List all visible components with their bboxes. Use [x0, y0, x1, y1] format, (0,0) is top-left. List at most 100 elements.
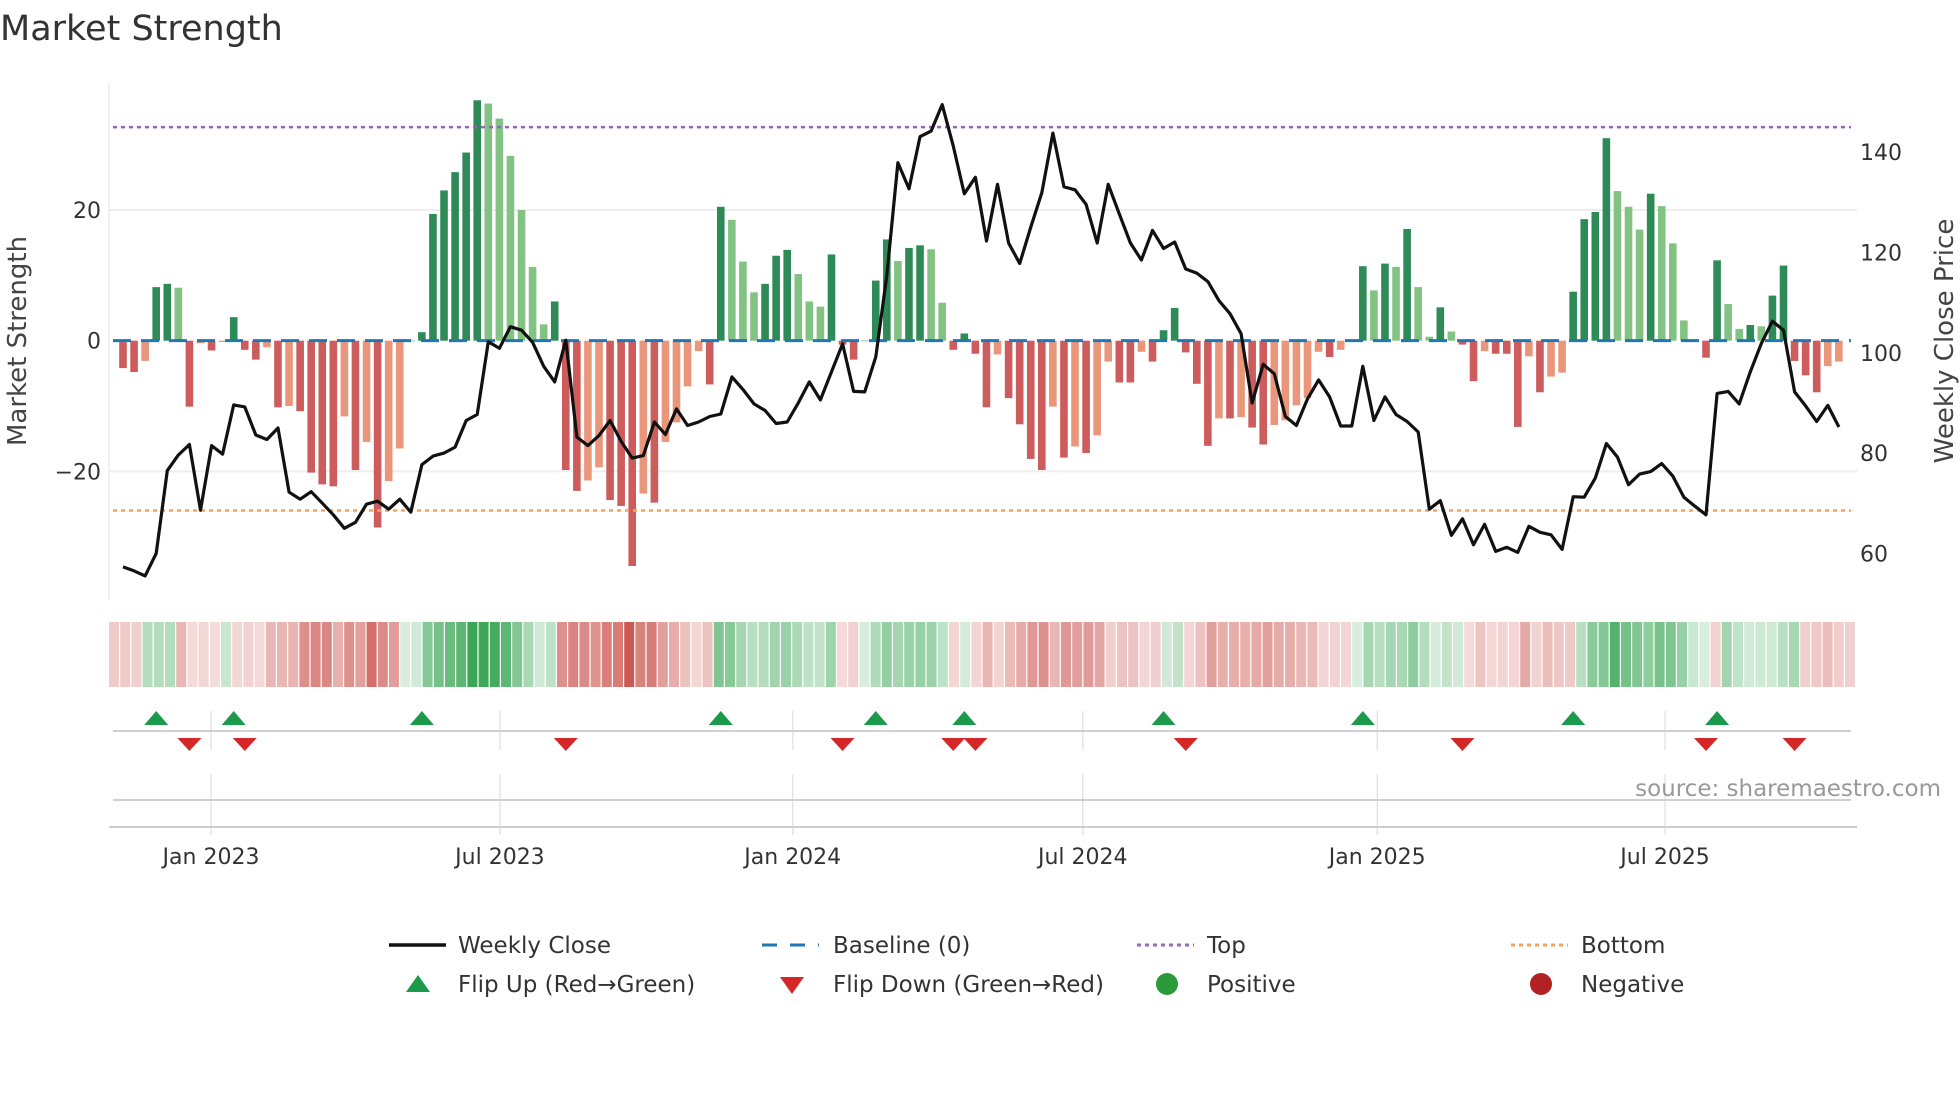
- heatmap-cell: [646, 622, 657, 687]
- strength-bar: [1713, 260, 1721, 341]
- strength-bar: [1115, 340, 1124, 383]
- heatmap-cell: [1083, 622, 1094, 687]
- legend-negative: Negative: [1581, 972, 1684, 998]
- heatmap-cell: [1665, 622, 1676, 687]
- right-tick-label: 120: [1860, 241, 1902, 266]
- heatmap-cell: [657, 622, 668, 687]
- strength-bar: [1514, 340, 1522, 427]
- legend-weekly-close: Weekly Close: [458, 933, 611, 959]
- strength-bar: [340, 340, 349, 417]
- heatmap-cell: [1654, 622, 1665, 687]
- strength-bar: [739, 261, 747, 341]
- heatmap-cell: [926, 622, 937, 687]
- heatmap-cell: [1699, 622, 1710, 687]
- legend-bottom: Bottom: [1581, 933, 1665, 959]
- strength-bar: [1613, 191, 1622, 341]
- strength-bar: [728, 219, 736, 341]
- strength-bar: [783, 249, 791, 341]
- heatmap-cell: [1453, 622, 1463, 687]
- heatmap-cell: [1464, 622, 1475, 687]
- strength-bar: [1414, 287, 1422, 341]
- strength-bar: [185, 340, 194, 407]
- strength-bar: [849, 340, 858, 360]
- heatmap-cell: [1240, 622, 1251, 687]
- heatmap-cell: [265, 622, 276, 687]
- strength-bar: [1126, 340, 1135, 383]
- strength-bar: [716, 206, 725, 341]
- strength-bar: [1325, 340, 1334, 358]
- heatmap-cell: [725, 622, 735, 687]
- strength-bar: [1491, 340, 1500, 354]
- heatmap-cell: [915, 622, 926, 687]
- strength-bar: [1569, 291, 1577, 341]
- heatmap-cell: [1733, 622, 1743, 687]
- heatmap-cell: [1822, 622, 1833, 687]
- strength-bar: [141, 340, 149, 361]
- x-tick-label: Jan 2024: [742, 845, 841, 870]
- heatmap-cell: [1441, 622, 1452, 687]
- strength-bar: [362, 340, 371, 442]
- heatmap-cell: [1688, 622, 1699, 687]
- left-axis-title: Market Strength: [3, 236, 33, 446]
- strength-bar: [1812, 340, 1821, 393]
- heatmap-cell: [1777, 622, 1788, 687]
- source-label: source: sharemaestro.com: [1635, 776, 1941, 802]
- heatmap-cell: [1251, 622, 1262, 687]
- strength-bar: [916, 245, 924, 341]
- heatmap-cell: [1027, 622, 1038, 687]
- heatmap-cell: [1408, 622, 1419, 687]
- strength-bar: [1436, 307, 1445, 341]
- heatmap-cell: [960, 622, 971, 687]
- heatmap-cell: [1531, 622, 1542, 687]
- legend-top: Top: [1206, 933, 1246, 959]
- heatmap-cell: [993, 622, 1004, 687]
- strength-bar: [1148, 340, 1157, 362]
- heatmap-cell: [1632, 622, 1643, 687]
- strength-bar: [1049, 340, 1057, 407]
- heatmap-cell: [1049, 622, 1060, 687]
- heatmap-cell: [1307, 622, 1318, 687]
- heatmap-cell: [1845, 622, 1855, 687]
- strength-bar: [1215, 340, 1223, 419]
- flip-up-marker: [409, 711, 434, 725]
- strength-bar: [1602, 138, 1611, 341]
- heatmap-cell: [1173, 622, 1183, 687]
- heatmap-cell: [635, 622, 646, 687]
- heatmap-cell: [1497, 622, 1508, 687]
- heatmap-cell: [1105, 622, 1116, 687]
- heatmap-cell: [1273, 622, 1284, 687]
- heatmap-cell: [1520, 622, 1531, 687]
- heatmap-cell: [1206, 622, 1217, 687]
- heatmap-cell: [758, 622, 769, 687]
- strength-bar: [1015, 340, 1024, 425]
- grid: [108, 82, 1857, 835]
- heatmap-cell: [590, 622, 601, 687]
- strength-bar: [584, 340, 592, 481]
- strength-bar: [938, 302, 946, 341]
- heatmap-cell: [1542, 622, 1553, 687]
- heatmap-cell: [1094, 622, 1105, 687]
- heatmap-cell: [299, 622, 310, 687]
- strength-bar: [1502, 340, 1511, 354]
- heatmap-cell: [1184, 622, 1195, 687]
- strength-bar: [905, 247, 913, 341]
- heatmap-cell: [1744, 622, 1755, 687]
- strength-bar: [1082, 340, 1090, 454]
- heatmap-cell: [1509, 622, 1519, 687]
- heatmap-cell: [1430, 622, 1441, 687]
- heatmap-cell: [1800, 622, 1811, 687]
- strength-bar: [1680, 320, 1688, 341]
- left-tick-label: 0: [87, 330, 101, 355]
- flip-up-marker: [1350, 711, 1375, 725]
- strength-bar: [274, 340, 282, 408]
- flip-up-marker: [1705, 711, 1730, 725]
- heatmap-cell: [1643, 622, 1654, 687]
- heatmap-cell: [1397, 622, 1407, 687]
- heatmap-cell: [1755, 622, 1766, 687]
- heatmap-cell: [747, 622, 758, 687]
- strength-heatmap: [109, 622, 1855, 687]
- heatmap-cell: [702, 622, 713, 687]
- strength-bar: [1004, 340, 1013, 399]
- strength-bar: [484, 103, 493, 341]
- heatmap-cell: [1609, 622, 1620, 687]
